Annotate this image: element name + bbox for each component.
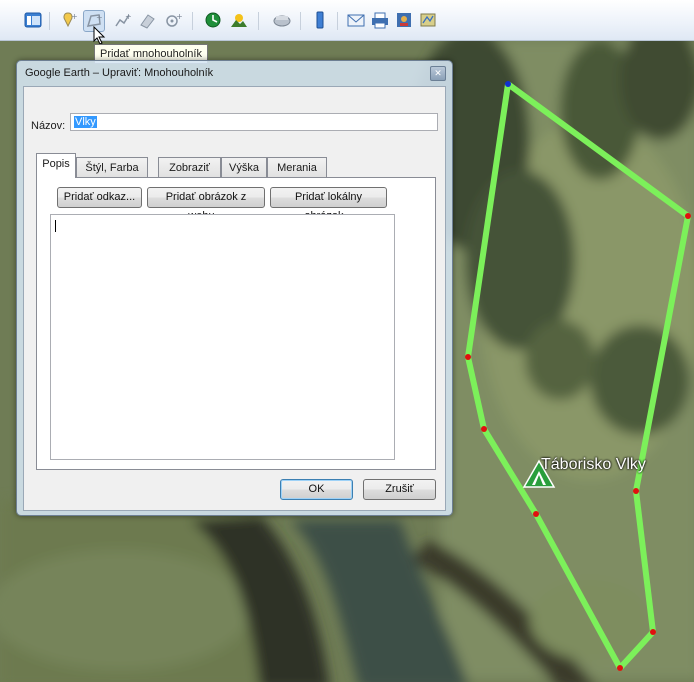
print-icon[interactable]	[370, 10, 390, 30]
text-caret	[55, 220, 56, 232]
description-textarea[interactable]	[50, 214, 395, 460]
tab-merania[interactable]: Merania	[267, 157, 327, 177]
svg-text:+: +	[125, 12, 132, 21]
save-image-icon[interactable]	[394, 10, 414, 30]
maps-icon[interactable]	[418, 10, 438, 30]
sidebar-icon[interactable]	[23, 10, 43, 30]
svg-text:+: +	[176, 12, 182, 21]
ruler-icon[interactable]	[310, 10, 330, 30]
placemark-label[interactable]: Táborisko Vlky	[541, 456, 646, 474]
email-icon[interactable]	[346, 10, 366, 30]
add-image-overlay-icon[interactable]	[138, 10, 158, 30]
historical-imagery-icon[interactable]	[203, 10, 223, 30]
name-label: Názov:	[31, 120, 66, 132]
tab-popis[interactable]: Popis	[36, 153, 76, 178]
add-web-image-button[interactable]: Pridať obrázok z webu...	[147, 187, 265, 222]
sunlight-icon[interactable]	[229, 10, 249, 30]
tab-vyska[interactable]: Výška	[221, 157, 267, 177]
record-tour-icon[interactable]: +	[163, 10, 183, 30]
name-input[interactable]: Vlky	[70, 113, 438, 131]
dialog-body: Názov: Vlky Popis Štýl, Farba Zobraziť V…	[23, 86, 446, 511]
add-local-image-button[interactable]: Pridať lokálny obrázok...	[270, 187, 387, 222]
svg-text:+: +	[71, 12, 77, 21]
planets-icon[interactable]	[272, 10, 292, 30]
close-icon[interactable]: ✕	[430, 66, 446, 81]
add-link-button[interactable]: Pridať odkaz...	[57, 187, 142, 208]
edit-polygon-dialog: Google Earth – Upraviť: Mnohouholník ✕ N…	[16, 60, 453, 516]
ok-button[interactable]: OK	[280, 479, 353, 500]
cancel-button[interactable]: Zrušiť	[363, 479, 436, 500]
add-path-icon[interactable]: +	[113, 10, 133, 30]
tab-zobrazit[interactable]: Zobraziť	[158, 157, 221, 177]
mouse-cursor-icon	[93, 26, 106, 45]
tab-styl-farba[interactable]: Štýl, Farba	[76, 157, 148, 177]
svg-text:+: +	[96, 13, 103, 22]
dialog-title: Google Earth – Upraviť: Mnohouholník	[25, 67, 214, 79]
name-input-value: Vlky	[74, 116, 97, 128]
add-placemark-icon[interactable]: +	[58, 10, 78, 30]
